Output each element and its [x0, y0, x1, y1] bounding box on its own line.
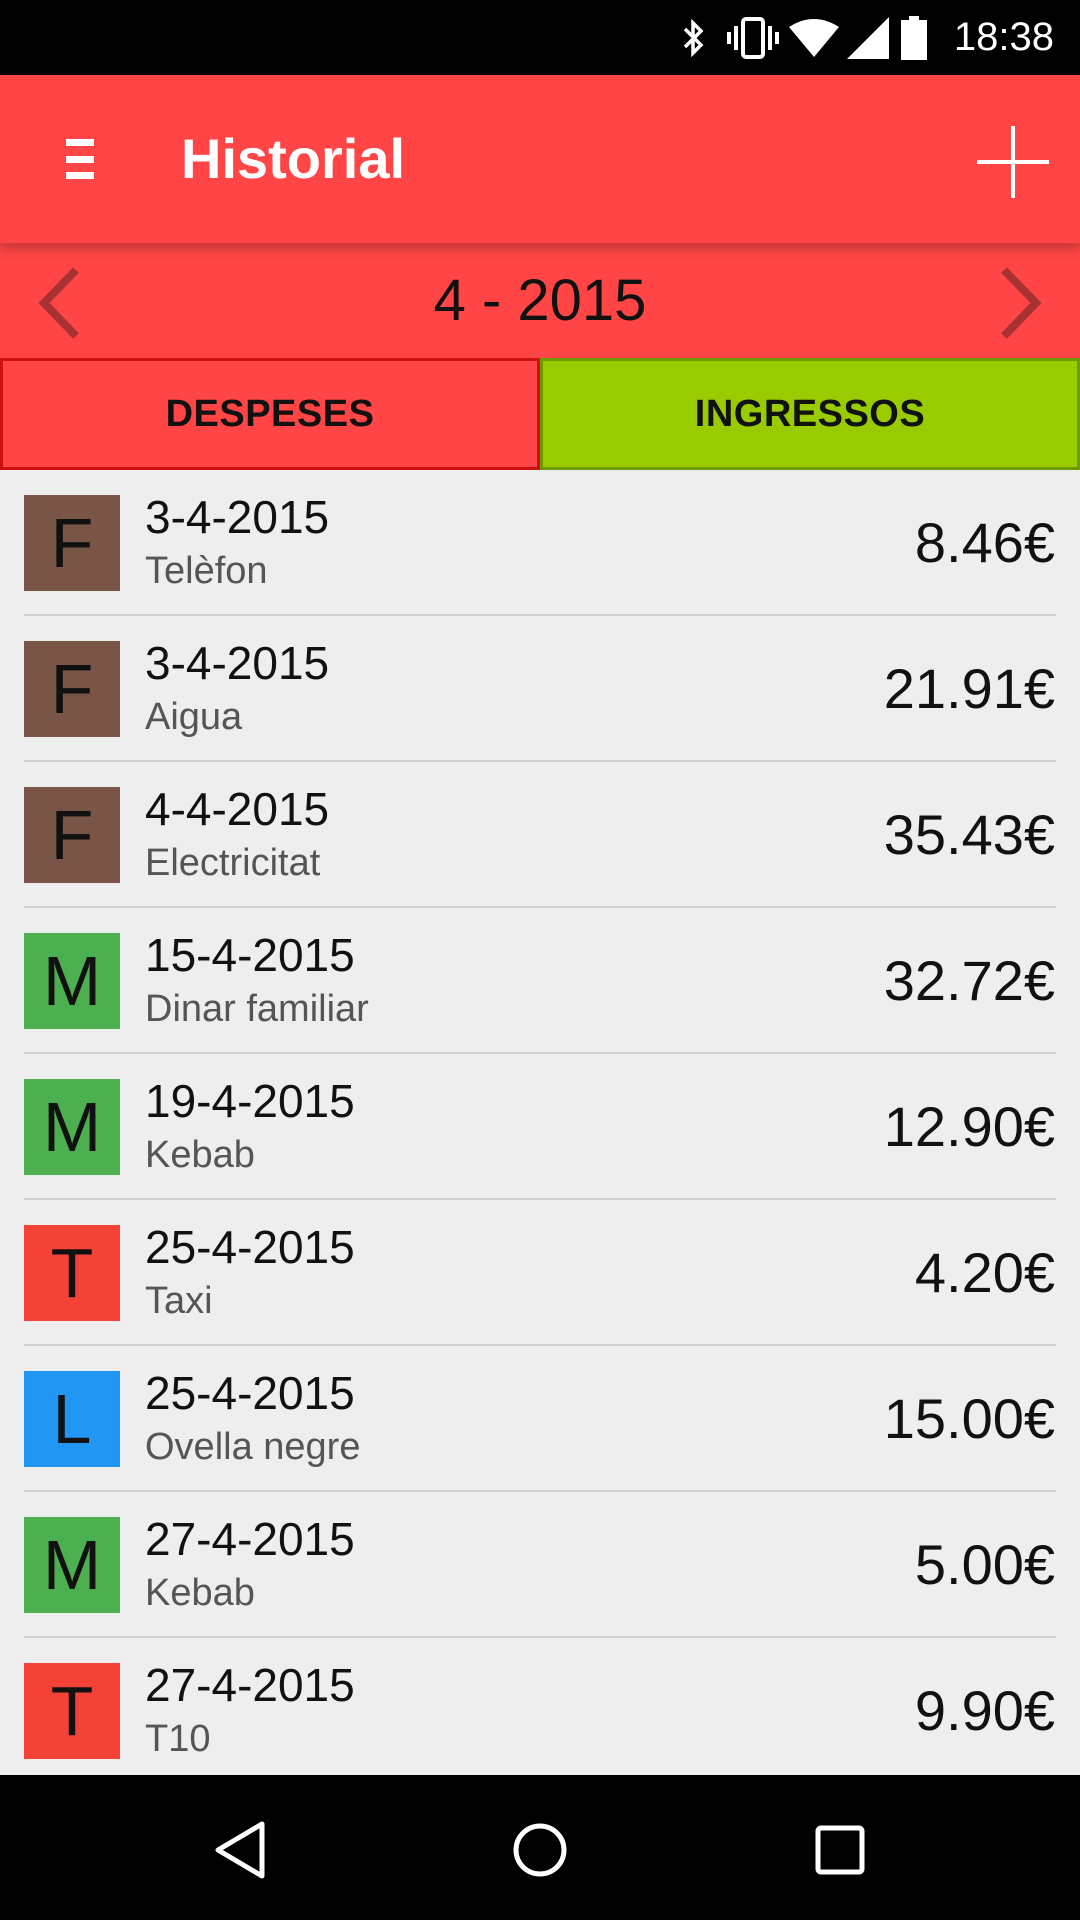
- list-item[interactable]: M 19-4-2015 Kebab 12.90€: [0, 1054, 1080, 1200]
- app-screen: 18:38 Historial 4 - 2015 DESPESES INGRES…: [0, 0, 1080, 1920]
- signal-icon: [842, 0, 894, 75]
- transaction-amount: 32.72€: [883, 949, 1055, 1012]
- transaction-date: 3-4-2015: [145, 637, 330, 689]
- transaction-date: 19-4-2015: [145, 1075, 355, 1127]
- transaction-amount: 9.90€: [914, 1679, 1055, 1742]
- list-item[interactable]: M 27-4-2015 Kebab 5.00€: [0, 1492, 1080, 1638]
- status-icons: 18:38: [668, 0, 1080, 75]
- status-bar: 18:38: [0, 0, 1080, 75]
- list-item[interactable]: F 3-4-2015 Telèfon 8.46€: [0, 470, 1080, 616]
- category-avatar: L: [24, 1371, 120, 1467]
- add-button[interactable]: [970, 119, 1056, 205]
- category-avatar: M: [24, 1079, 120, 1175]
- transaction-amount: 35.43€: [883, 803, 1055, 866]
- list-item[interactable]: F 3-4-2015 Aigua 21.91€: [0, 616, 1080, 762]
- transaction-description: Ovella negre: [145, 1426, 361, 1468]
- transaction-amount: 8.46€: [914, 511, 1055, 574]
- transaction-amount: 21.91€: [883, 657, 1055, 720]
- wifi-icon: [786, 0, 842, 75]
- transaction-amount: 4.20€: [914, 1241, 1055, 1304]
- transaction-amount: 12.90€: [883, 1095, 1055, 1158]
- list-item[interactable]: T 27-4-2015 T10 9.90€: [0, 1638, 1080, 1775]
- transaction-date: 25-4-2015: [145, 1221, 355, 1273]
- tab-ingressos[interactable]: INGRESSOS: [540, 358, 1080, 470]
- list-item[interactable]: T 25-4-2015 Taxi 4.20€: [0, 1200, 1080, 1346]
- transaction-description: Kebab: [145, 1134, 255, 1176]
- tab-despeses[interactable]: DESPESES: [0, 358, 540, 470]
- month-navigator: 4 - 2015: [0, 243, 1080, 358]
- transaction-date: 25-4-2015: [145, 1367, 355, 1419]
- category-avatar: F: [24, 787, 120, 883]
- tab-bar: DESPESES INGRESSOS: [0, 358, 1080, 470]
- system-navigation-bar: [0, 1775, 1080, 1920]
- transaction-description: Telèfon: [145, 550, 268, 592]
- bluetooth-icon: [668, 0, 720, 75]
- back-icon[interactable]: [195, 1805, 285, 1895]
- category-avatar: F: [24, 495, 120, 591]
- transaction-description: Dinar familiar: [145, 988, 369, 1030]
- transaction-description: Electricitat: [145, 842, 321, 884]
- category-avatar: T: [24, 1225, 120, 1321]
- transaction-date: 15-4-2015: [145, 929, 355, 981]
- transaction-date: 27-4-2015: [145, 1659, 355, 1711]
- category-avatar: T: [24, 1663, 120, 1759]
- transaction-description: T10: [145, 1718, 211, 1760]
- status-time: 18:38: [953, 15, 1054, 59]
- transaction-amount: 15.00€: [883, 1387, 1055, 1450]
- chevron-right-icon: [1001, 267, 1042, 339]
- vibrate-icon: [720, 0, 786, 75]
- transaction-description: Kebab: [145, 1572, 255, 1614]
- list-item[interactable]: F 4-4-2015 Electricitat 35.43€: [0, 762, 1080, 908]
- month-label: 4 - 2015: [433, 268, 647, 333]
- list-item[interactable]: M 15-4-2015 Dinar familiar 32.72€: [0, 908, 1080, 1054]
- list-item[interactable]: L 25-4-2015 Ovella negre 15.00€: [0, 1346, 1080, 1492]
- hamburger-menu-icon[interactable]: [40, 119, 120, 199]
- transaction-list[interactable]: F 3-4-2015 Telèfon 8.46€ F 3-4-2015 Aigua 21.91…: [0, 470, 1080, 1775]
- transaction-description: Aigua: [145, 696, 243, 738]
- recents-icon[interactable]: [795, 1805, 885, 1895]
- transaction-description: Taxi: [145, 1280, 213, 1322]
- transaction-amount: 5.00€: [914, 1533, 1055, 1596]
- plus-icon: [977, 126, 1049, 198]
- transaction-date: 4-4-2015: [145, 783, 330, 835]
- transaction-date: 27-4-2015: [145, 1513, 355, 1565]
- transaction-date: 3-4-2015: [145, 491, 330, 543]
- home-icon[interactable]: [495, 1805, 585, 1895]
- category-avatar: M: [24, 933, 120, 1029]
- toolbar: Historial: [0, 75, 1080, 243]
- category-avatar: F: [24, 641, 120, 737]
- page-title: Historial: [181, 127, 406, 190]
- next-month-button[interactable]: [986, 263, 1056, 343]
- battery-icon: [894, 0, 934, 75]
- category-avatar: M: [24, 1517, 120, 1613]
